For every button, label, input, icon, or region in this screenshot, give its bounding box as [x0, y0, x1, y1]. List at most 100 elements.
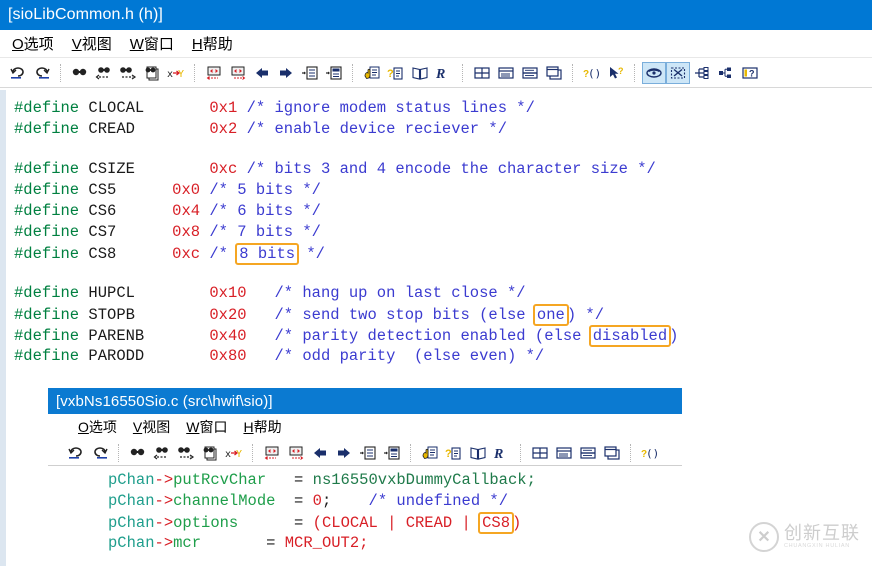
- child-menu-item-window[interactable]: W窗口: [186, 417, 227, 437]
- redo-icon[interactable]: [88, 442, 112, 464]
- code-token: PARENB: [88, 327, 209, 345]
- find-in-files-icon[interactable]: [198, 442, 222, 464]
- annotation-highlight: one: [533, 304, 569, 326]
- reference-icon[interactable]: R: [432, 62, 456, 84]
- menu-item-help[interactable]: H帮助: [192, 33, 233, 54]
- find-next-icon[interactable]: [116, 62, 140, 84]
- menu-item-window[interactable]: W窗口: [130, 33, 174, 54]
- redo-icon[interactable]: [30, 62, 54, 84]
- code-token: CS7: [88, 223, 172, 241]
- replace-icon[interactable]: xY: [222, 442, 246, 464]
- svg-text:x: x: [167, 69, 173, 80]
- cascade-icon[interactable]: [600, 442, 624, 464]
- cascade-icon[interactable]: [542, 62, 566, 84]
- code-token: ): [512, 514, 521, 532]
- child-menu-item-options[interactable]: O选项: [78, 417, 117, 437]
- function-list-icon[interactable]: ?(): [580, 62, 604, 84]
- code-token: 0x4: [172, 202, 209, 220]
- context-help-icon[interactable]: ?: [442, 442, 466, 464]
- bookmark-prev-icon[interactable]: [202, 62, 226, 84]
- menu-item-view[interactable]: V视图: [72, 33, 112, 54]
- toolbar-separator: [572, 64, 574, 82]
- back-arrow-icon[interactable]: [250, 62, 274, 84]
- toolbar-separator: [252, 444, 254, 462]
- code-token: CS8: [88, 245, 172, 263]
- code-line: #define HUPCL 0x10 /* hang up on last cl…: [14, 283, 872, 304]
- tile-split-icon[interactable]: [576, 442, 600, 464]
- call-tree-icon[interactable]: [690, 62, 714, 84]
- toolbar-separator: [520, 444, 522, 462]
- context-help-icon[interactable]: ?: [384, 62, 408, 84]
- book-icon[interactable]: [466, 442, 490, 464]
- code-token: channelMode: [173, 492, 275, 510]
- indent-icon[interactable]: [356, 442, 380, 464]
- bookmark-prev-icon[interactable]: [260, 442, 284, 464]
- child-menu-item-help[interactable]: H帮助: [243, 417, 281, 437]
- code-token: mcr: [173, 534, 201, 552]
- code-token: CSIZE: [88, 160, 209, 178]
- code-token: #define: [14, 181, 88, 199]
- hand-pointer-icon[interactable]: [418, 442, 442, 464]
- forward-arrow-icon[interactable]: [332, 442, 356, 464]
- code-token: pChan: [108, 471, 155, 489]
- code-token: 0x80: [209, 347, 274, 365]
- bookmark-next-icon[interactable]: [284, 442, 308, 464]
- code-token: ;: [322, 492, 331, 510]
- code-token: 0x1: [209, 99, 246, 117]
- code-token: 0xc: [209, 160, 246, 178]
- find-icon[interactable]: [126, 442, 150, 464]
- outdent-icon[interactable]: [322, 62, 346, 84]
- hand-pointer-icon[interactable]: [360, 62, 384, 84]
- info-panel-icon[interactable]: ?: [738, 62, 762, 84]
- code-token: ->: [155, 492, 174, 510]
- child-code-editor[interactable]: pChan->putRcvChar = ns16550vxbDummyCallb…: [48, 466, 682, 566]
- child-menu-item-view[interactable]: V视图: [133, 417, 170, 437]
- code-line: #define CS7 0x8 /* 7 bits */: [14, 222, 872, 243]
- find-icon[interactable]: [68, 62, 92, 84]
- code-line: [14, 140, 872, 159]
- tile-split-icon[interactable]: [518, 62, 542, 84]
- menu-item-options[interactable]: O选项: [12, 33, 54, 54]
- book-icon[interactable]: [408, 62, 432, 84]
- toolbar-group: ?: [642, 62, 762, 84]
- code-token: #define: [14, 245, 88, 263]
- selection-box-icon[interactable]: [666, 62, 690, 84]
- replace-icon[interactable]: xY: [164, 62, 188, 84]
- find-previous-icon[interactable]: [92, 62, 116, 84]
- code-token: /* 7 bits */: [209, 223, 321, 241]
- code-token: #define: [14, 99, 88, 117]
- bookmark-next-icon[interactable]: [226, 62, 250, 84]
- class-browser-icon[interactable]: [714, 62, 738, 84]
- forward-arrow-icon[interactable]: [274, 62, 298, 84]
- code-token: /* parity detection enabled (else: [274, 327, 590, 345]
- undo-icon[interactable]: [6, 62, 30, 84]
- symbol-lookup-icon[interactable]: [642, 62, 666, 84]
- code-line: #define PARENB 0x40 /* parity detection …: [14, 325, 872, 346]
- tile-horizontal-icon[interactable]: [494, 62, 518, 84]
- code-line: #define CSIZE 0xc /* bits 3 and 4 encode…: [14, 159, 872, 180]
- function-list-icon[interactable]: ?(): [638, 442, 662, 464]
- code-token: ->: [155, 514, 174, 532]
- child-menu-label-help: 帮助: [254, 419, 282, 435]
- toolbar-separator: [352, 64, 354, 82]
- code-token: CS6: [88, 202, 172, 220]
- menu-accel-help: H: [192, 36, 203, 53]
- reference-icon[interactable]: R: [490, 442, 514, 464]
- code-token: #define: [14, 347, 88, 365]
- code-token: |: [378, 514, 406, 532]
- find-in-files-icon[interactable]: [140, 62, 164, 84]
- outdent-icon[interactable]: [380, 442, 404, 464]
- find-previous-icon[interactable]: [150, 442, 174, 464]
- back-arrow-icon[interactable]: [308, 442, 332, 464]
- whats-this-icon[interactable]: ?: [604, 62, 628, 84]
- child-menu-label-window: 窗口: [199, 419, 227, 435]
- tile-horizontal-icon[interactable]: [552, 442, 576, 464]
- undo-icon[interactable]: [64, 442, 88, 464]
- code-token: 0x20: [209, 306, 274, 324]
- tile-grid-icon[interactable]: [470, 62, 494, 84]
- find-next-icon[interactable]: [174, 442, 198, 464]
- svg-text:(): (): [588, 67, 601, 80]
- code-token: #define: [14, 306, 88, 324]
- tile-grid-icon[interactable]: [528, 442, 552, 464]
- indent-icon[interactable]: [298, 62, 322, 84]
